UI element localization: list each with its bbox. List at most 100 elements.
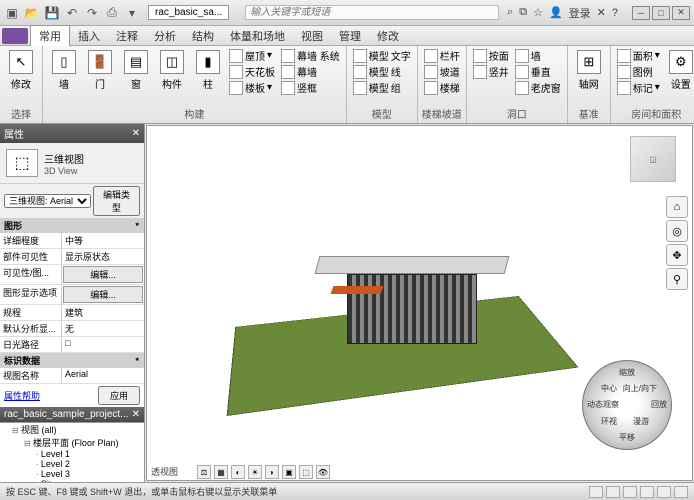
vertical-button[interactable]: 垂直 <box>513 64 563 79</box>
apply-button[interactable]: 应用 <box>98 386 140 405</box>
roof-button[interactable]: 屋顶 ▾ <box>227 48 277 63</box>
search-input[interactable] <box>245 5 499 20</box>
area-button[interactable]: 面积 ▾ <box>615 48 662 63</box>
mullion-button[interactable]: 竖框 <box>279 80 342 95</box>
tree-item[interactable]: Site <box>36 479 144 482</box>
close-icon[interactable]: ✕ <box>132 409 140 420</box>
menu-tab[interactable]: 插入 <box>70 26 108 46</box>
model-text-button[interactable]: 模型 文字 <box>351 48 413 63</box>
file-tab[interactable]: rac_basic_sa... <box>148 5 229 20</box>
edit-type-button[interactable]: 编辑类型 <box>93 186 140 216</box>
tree-item[interactable]: Level 1 <box>36 449 144 459</box>
sb-icon[interactable] <box>657 486 671 498</box>
menu-tab[interactable]: 注释 <box>108 26 146 46</box>
sb-icon[interactable] <box>623 486 637 498</box>
menu-tab[interactable]: 常用 <box>30 25 70 46</box>
search-box[interactable] <box>245 5 499 20</box>
redo-icon[interactable]: ↷ <box>84 5 100 21</box>
view-cube[interactable]: ◲ <box>630 136 676 182</box>
window-button[interactable]: ▤窗 <box>119 48 153 93</box>
model-group-button[interactable]: 模型 组 <box>351 80 413 95</box>
render-icon[interactable]: ▣ <box>282 465 296 479</box>
column-button[interactable]: ▮柱 <box>191 48 225 93</box>
properties-help-link[interactable]: 属性帮助 <box>0 387 44 404</box>
scale-icon[interactable]: ⚖ <box>197 465 211 479</box>
hide-icon[interactable]: 👁 <box>316 465 330 479</box>
menu-tab[interactable]: 结构 <box>184 26 222 46</box>
instance-selector[interactable]: 三维视图: Aerial <box>4 194 91 208</box>
menu-tab[interactable]: 管理 <box>331 26 369 46</box>
type-selector[interactable]: ⬚ 三维视图3D View <box>0 143 144 183</box>
home-icon[interactable]: ⌂ <box>666 196 688 218</box>
modify-button[interactable]: ↖修改 <box>4 48 38 93</box>
edit-button[interactable]: 编辑... <box>63 286 143 303</box>
navigation-bar: ⌂ ◎ ✥ ⚲ <box>666 196 688 290</box>
sb-icon[interactable] <box>640 486 654 498</box>
ribbon-group-select: ↖修改 选择 <box>0 46 43 123</box>
favorite-icon[interactable]: ☆ <box>533 6 543 19</box>
door-button[interactable]: 🚪门 <box>83 48 117 93</box>
app-icon[interactable]: ▣ <box>4 5 20 21</box>
application-button[interactable] <box>2 28 28 44</box>
sb-icon[interactable] <box>606 486 620 498</box>
close-icon[interactable]: ✕ <box>132 128 140 139</box>
close-button[interactable]: ✕ <box>672 6 690 20</box>
wall-button[interactable]: ▯墙 <box>47 48 81 93</box>
settings-button[interactable]: ⚙设置 <box>664 48 694 93</box>
sb-icon[interactable] <box>589 486 603 498</box>
infocenter-icon[interactable]: ⌕ <box>507 6 513 19</box>
sun-icon[interactable]: ☀ <box>248 465 262 479</box>
exchange-icon[interactable]: ✕ <box>597 6 606 19</box>
shadow-icon[interactable]: ◗ <box>265 465 279 479</box>
maximize-button[interactable]: □ <box>652 6 670 20</box>
steering-wheel[interactable]: 缩放 回放 平移 动态观察 中心 向上/向下 环视 漫游 <box>582 360 672 450</box>
menu-tab[interactable]: 分析 <box>146 26 184 46</box>
browser-header: rac_basic_sample_project...✕ <box>0 407 144 422</box>
grid-button[interactable]: ⊞轴网 <box>572 48 606 93</box>
pan-icon[interactable]: ✥ <box>666 244 688 266</box>
legend-button[interactable]: 图例 <box>615 64 662 79</box>
menu-tab[interactable]: 修改 <box>369 26 407 46</box>
stair-button[interactable]: 楼梯 <box>422 80 462 95</box>
ramp-button[interactable]: 坡道 <box>422 64 462 79</box>
login-icon[interactable]: 👤 <box>549 6 563 19</box>
login-label[interactable]: 登录 <box>569 5 591 21</box>
wall-opening-button[interactable]: 墙 <box>513 48 563 63</box>
help-icon[interactable]: ? <box>612 7 618 19</box>
tag-button[interactable]: 标记 ▾ <box>615 80 662 95</box>
quick-access-toolbar: ▣ 📂 💾 ↶ ↷ ⎙ ▾ <box>4 5 140 21</box>
menu-tab[interactable]: 视图 <box>293 26 331 46</box>
zoom-icon[interactable]: ⚲ <box>666 268 688 290</box>
print-icon[interactable]: ⎙ <box>104 5 120 21</box>
wheel-icon[interactable]: ◎ <box>666 220 688 242</box>
crop-icon[interactable]: ⬚ <box>299 465 313 479</box>
floor-button[interactable]: 楼板 ▾ <box>227 80 277 95</box>
ribbon-group-build: ▯墙 🚪门 ▤窗 ◫构件 ▮柱 屋顶 ▾ 天花板 楼板 ▾ 幕墙 系统 幕墙 竖… <box>43 46 347 123</box>
save-icon[interactable]: 💾 <box>44 5 60 21</box>
detail-icon[interactable]: ▦ <box>214 465 228 479</box>
curtain-system-button[interactable]: 幕墙 系统 <box>279 48 342 63</box>
project-browser[interactable]: 视图 (all) 楼层平面 (Floor Plan) Level 1 Level… <box>0 422 144 482</box>
sb-filter-icon[interactable] <box>674 486 688 498</box>
railing-button[interactable]: 栏杆 <box>422 48 462 63</box>
qat-more-icon[interactable]: ▾ <box>124 5 140 21</box>
view-canvas[interactable]: ◲ ⌂ ◎ ✥ ⚲ 缩放 回放 平移 动态观察 中心 向上/向下 环视 漫游 透… <box>146 125 693 481</box>
visual-style-icon[interactable]: ◐ <box>231 465 245 479</box>
model-line-button[interactable]: 模型 线 <box>351 64 413 79</box>
tree-item[interactable]: Level 3 <box>36 469 144 479</box>
tree-floor-plans[interactable]: 楼层平面 (Floor Plan) <box>24 436 144 449</box>
subscription-icon[interactable]: ⧉ <box>519 6 527 19</box>
minimize-button[interactable]: ─ <box>632 6 650 20</box>
dormer-button[interactable]: 老虎窗 <box>513 80 563 95</box>
edit-button[interactable]: 编辑... <box>63 266 143 283</box>
undo-icon[interactable]: ↶ <box>64 5 80 21</box>
tree-root[interactable]: 视图 (all) <box>12 423 144 436</box>
curtain-grid-button[interactable]: 幕墙 <box>279 64 342 79</box>
ceiling-button[interactable]: 天花板 <box>227 64 277 79</box>
tree-item[interactable]: Level 2 <box>36 459 144 469</box>
menu-tab[interactable]: 体量和场地 <box>222 26 293 46</box>
open-icon[interactable]: 📂 <box>24 5 40 21</box>
by-face-button[interactable]: 按面 <box>471 48 511 63</box>
component-button[interactable]: ◫构件 <box>155 48 189 93</box>
shaft-button[interactable]: 竖井 <box>471 64 511 79</box>
